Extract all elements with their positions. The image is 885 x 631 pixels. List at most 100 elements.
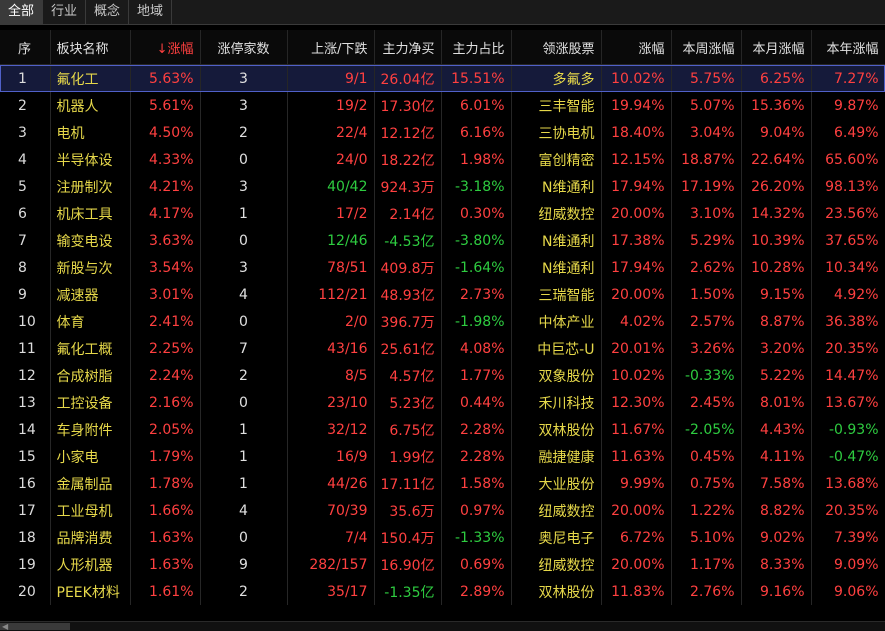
table-row[interactable]: 19 人形机器 1.63% 9 282/157 16.90亿 0.69% 纽威数控 20.00%…: [0, 551, 885, 578]
year-change: 65.60%: [811, 146, 885, 173]
scrollbar-thumb[interactable]: [0, 623, 70, 630]
sector-name: 氟化工概: [50, 335, 131, 362]
table-row[interactable]: 11 氟化工概 2.25% 7 43/16 25.61亿 4.08% 中巨芯-U 20.01% 3…: [0, 335, 885, 362]
lead-stock-name: N维通利: [511, 227, 602, 254]
main-net-buy: 396.7万: [374, 308, 442, 335]
header-seq[interactable]: 序: [0, 30, 51, 65]
tab-region[interactable]: 地域: [129, 0, 173, 24]
up-down-ratio: 2/0: [287, 308, 375, 335]
month-change: 5.22%: [741, 362, 812, 389]
header-lead-change[interactable]: 涨幅: [601, 30, 672, 65]
limit-up-count: 1: [200, 200, 288, 227]
table-row[interactable]: 12 合成树脂 2.24% 2 8/5 4.57亿 1.77% 双象股份 10.02% -0.33…: [0, 362, 885, 389]
main-ratio: -1.33%: [441, 524, 512, 551]
table-row[interactable]: 20 PEEK材料 1.61% 2 35/17 -1.35亿 2.89% 双林股份 11.83%…: [0, 578, 885, 605]
change-pct: 5.61%: [130, 92, 201, 119]
header-main-ratio[interactable]: 主力占比: [441, 30, 512, 65]
week-change: 2.45%: [671, 389, 742, 416]
up-down-ratio: 112/21: [287, 281, 375, 308]
row-seq: 14: [0, 416, 51, 443]
header-lead-stock[interactable]: 领涨股票: [511, 30, 602, 65]
week-change: 0.75%: [671, 470, 742, 497]
up-down-ratio: 40/42: [287, 173, 375, 200]
main-net-buy: 12.12亿: [374, 119, 442, 146]
change-pct: 1.78%: [130, 470, 201, 497]
limit-up-count: 7: [200, 335, 288, 362]
main-net-buy: 1.99亿: [374, 443, 442, 470]
header-main-net-buy[interactable]: 主力净买: [374, 30, 442, 65]
table-row[interactable]: 6 机床工具 4.17% 1 17/2 2.14亿 0.30% 纽威数控 20.00% 3.10%…: [0, 200, 885, 227]
header-year-change[interactable]: 本年涨幅: [811, 30, 885, 65]
lead-stock-name: 奥尼电子: [511, 524, 602, 551]
week-change: -0.33%: [671, 362, 742, 389]
main-net-buy: 4.57亿: [374, 362, 442, 389]
table-row[interactable]: 4 半导体设 4.33% 0 24/0 18.22亿 1.98% 富创精密 12.15% 18.8…: [0, 146, 885, 173]
table-row[interactable]: 18 品牌消费 1.63% 0 7/4 150.4万 -1.33% 奥尼电子 6.72% 5.10…: [0, 524, 885, 551]
sector-name: 品牌消费: [50, 524, 131, 551]
header-week-change[interactable]: 本周涨幅: [671, 30, 742, 65]
main-ratio: -1.98%: [441, 308, 512, 335]
header-sector-name[interactable]: 板块名称: [50, 30, 131, 65]
main-ratio: 1.98%: [441, 146, 512, 173]
limit-up-count: 1: [200, 443, 288, 470]
limit-up-count: 0: [200, 227, 288, 254]
limit-up-count: 2: [200, 362, 288, 389]
table-row[interactable]: 2 机器人 5.61% 3 19/2 17.30亿 6.01% 三丰智能 19.94% 5.07%…: [0, 92, 885, 119]
change-pct: 4.33%: [130, 146, 201, 173]
table-row[interactable]: 16 金属制品 1.78% 1 44/26 17.11亿 1.58% 大业股份 9.99% 0.7…: [0, 470, 885, 497]
year-change: 13.68%: [811, 470, 885, 497]
tab-industry[interactable]: 行业: [43, 0, 87, 24]
header-limit-up-count[interactable]: 涨停家数: [200, 30, 288, 65]
week-change: 1.22%: [671, 497, 742, 524]
year-change: 4.92%: [811, 281, 885, 308]
lead-stock-change: 20.01%: [601, 335, 672, 362]
week-change: 5.29%: [671, 227, 742, 254]
header-up-down[interactable]: 上涨/下跌: [287, 30, 375, 65]
table-row[interactable]: 13 工控设备 2.16% 0 23/10 5.23亿 0.44% 禾川科技 12.30% 2.4…: [0, 389, 885, 416]
month-change: 26.20%: [741, 173, 812, 200]
tab-concept[interactable]: 概念: [86, 0, 130, 24]
table-row[interactable]: 1 氟化工 5.63% 3 9/1 26.04亿 15.51% 多氟多 10.02% 5.75% 6…: [0, 64, 885, 92]
table-row[interactable]: 15 小家电 1.79% 1 16/9 1.99亿 2.28% 融捷健康 11.63% 0.45%…: [0, 443, 885, 470]
year-change: 98.13%: [811, 173, 885, 200]
table-row[interactable]: 9 减速器 3.01% 4 112/21 48.93亿 2.73% 三瑞智能 20.00% 1.5…: [0, 281, 885, 308]
year-change: 36.38%: [811, 308, 885, 335]
main-ratio: 2.28%: [441, 443, 512, 470]
table-row[interactable]: 8 新股与次 3.54% 3 78/51 409.8万 -1.64% N维通利 17.94% 2.…: [0, 254, 885, 281]
up-down-ratio: 35/17: [287, 578, 375, 605]
row-seq: 10: [0, 308, 51, 335]
year-change: 7.27%: [811, 64, 885, 92]
header-change-sorted[interactable]: ↓涨幅: [130, 30, 201, 65]
tab-all[interactable]: 全部: [0, 0, 44, 24]
table-row[interactable]: 17 工业母机 1.66% 4 70/39 35.6万 0.97% 纽威数控 20.00% 1.2…: [0, 497, 885, 524]
limit-up-count: 4: [200, 281, 288, 308]
table-row[interactable]: 7 输变电设 3.63% 0 12/46 -4.53亿 -3.80% N维通利 17.38% 5.…: [0, 227, 885, 254]
row-seq: 18: [0, 524, 51, 551]
change-pct: 4.21%: [130, 173, 201, 200]
table-row[interactable]: 5 注册制次 4.21% 3 40/42 924.3万 -3.18% N维通利 17.94% 17…: [0, 173, 885, 200]
lead-stock-change: 4.02%: [601, 308, 672, 335]
change-pct: 2.24%: [130, 362, 201, 389]
category-tab-bar: 全部 行业 概念 地域: [0, 0, 885, 25]
row-seq: 7: [0, 227, 51, 254]
table-row[interactable]: 10 体育 2.41% 0 2/0 396.7万 -1.98% 中体产业 4.02% 2.57% 8…: [0, 308, 885, 335]
main-ratio: 1.77%: [441, 362, 512, 389]
main-net-buy: 25.61亿: [374, 335, 442, 362]
up-down-ratio: 43/16: [287, 335, 375, 362]
row-seq: 4: [0, 146, 51, 173]
lead-stock-name: 纽威数控: [511, 551, 602, 578]
month-change: 3.20%: [741, 335, 812, 362]
header-month-change[interactable]: 本月涨幅: [741, 30, 812, 65]
month-change: 10.39%: [741, 227, 812, 254]
sector-name: 机床工具: [50, 200, 131, 227]
main-net-buy: 150.4万: [374, 524, 442, 551]
table-row[interactable]: 14 车身附件 2.05% 1 32/12 6.75亿 2.28% 双林股份 11.67% -2.…: [0, 416, 885, 443]
lead-stock-change: 17.94%: [601, 254, 672, 281]
week-change: 1.50%: [671, 281, 742, 308]
row-seq: 8: [0, 254, 51, 281]
limit-up-count: 4: [200, 497, 288, 524]
table-header-row: 序 板块名称 ↓涨幅 涨停家数 上涨/下跌 主力净买 主力占比 领涨股票 涨幅 …: [0, 30, 885, 65]
lead-stock-change: 19.94%: [601, 92, 672, 119]
year-change: 13.67%: [811, 389, 885, 416]
table-row[interactable]: 3 电机 4.50% 2 22/4 12.12亿 6.16% 三协电机 18.40% 3.04% 9…: [0, 119, 885, 146]
